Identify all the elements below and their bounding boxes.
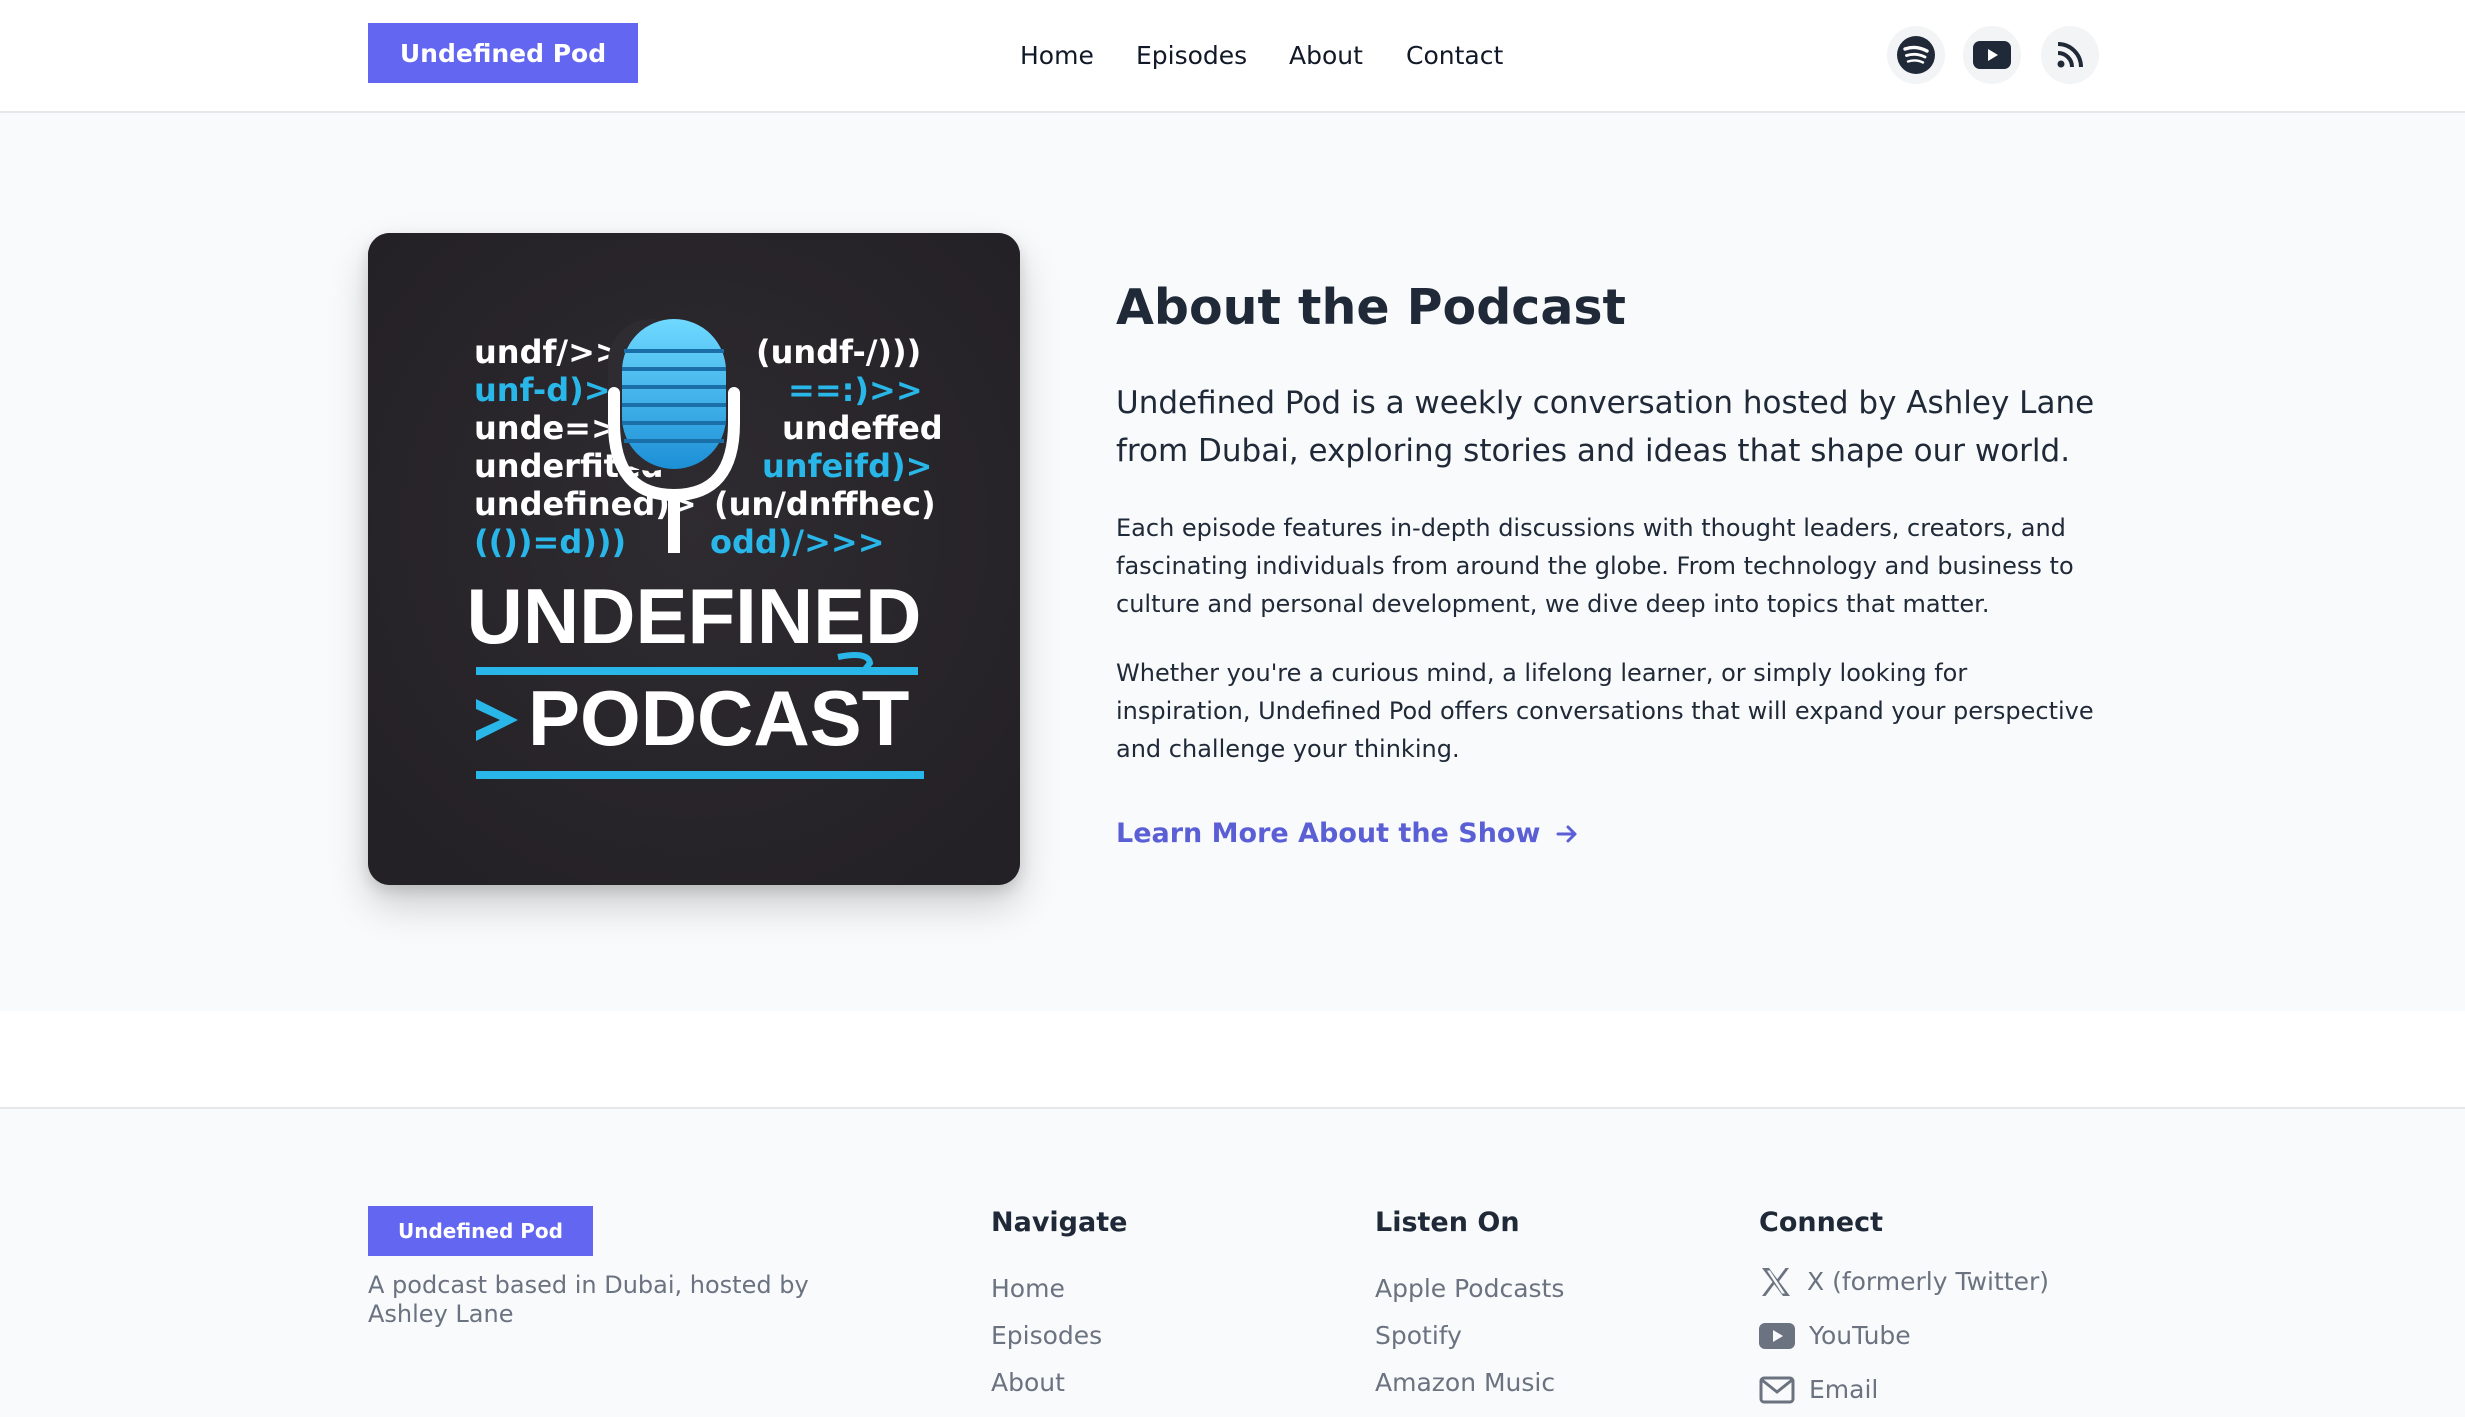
footer-link-youtube[interactable]: YouTube (1759, 1309, 2049, 1363)
footer-link-episodes[interactable]: Episodes (991, 1312, 1127, 1359)
about-paragraph: Each episode features in-depth discussio… (1116, 514, 2074, 618)
cover-code-line: unde=> (474, 409, 618, 447)
youtube-icon (1759, 1323, 1795, 1349)
rss-link[interactable] (2041, 26, 2099, 84)
footer-navigate: Navigate Home Episodes About Contact (991, 1205, 1127, 1417)
nav-about[interactable]: About (1289, 36, 1363, 76)
footer-logo-button[interactable]: Undefined Pod (368, 1206, 593, 1256)
cover-code-line: odd)/>>> (710, 523, 885, 561)
cover-code-line: undeffed (782, 409, 943, 447)
footer-link-email-label: Email (1809, 1375, 1879, 1404)
logo-button[interactable]: Undefined Pod (368, 23, 638, 83)
about-content: About the Podcast Undefined Pod is a wee… (1116, 273, 2096, 849)
footer-connect-title: Connect (1759, 1207, 1884, 1238)
nav-contact[interactable]: Contact (1406, 36, 1503, 76)
footer-link-youtube-label: YouTube (1809, 1321, 1911, 1350)
nav-home[interactable]: Home (1020, 36, 1094, 76)
podcast-cover-art: undf/>>> (undf-/))) unf-d)> ==:)>> unde=… (368, 233, 1020, 885)
about-lead: Undefined Pod is a weekly conversation h… (1116, 385, 2095, 469)
cover-title-line1: UNDEFINED (466, 572, 921, 660)
youtube-icon (1973, 41, 2011, 69)
footer-listen-on: Listen On Apple Podcasts Spotify Amazon … (1375, 1205, 1564, 1417)
spotify-icon (1897, 36, 1935, 74)
arrow-right-icon (1556, 825, 1577, 842)
podcast-logo-artwork: undf/>>> (undf-/))) unf-d)> ==:)>> unde=… (368, 233, 1020, 885)
footer-link-home[interactable]: Home (991, 1265, 1127, 1312)
footer-link-apple-podcasts[interactable]: Apple Podcasts (1375, 1265, 1564, 1312)
footer-link-about[interactable]: About (991, 1359, 1127, 1406)
about-section: undf/>>> (undf-/))) unf-d)> ==:)>> unde=… (0, 113, 2465, 1011)
cover-code-line: (undf-/))) (756, 333, 921, 371)
nav-episodes[interactable]: Episodes (1136, 36, 1247, 76)
about-paragraph: Whether you're a curious mind, a lifelon… (1116, 659, 2094, 763)
rss-icon (2057, 42, 2083, 68)
site-header: Undefined Pod Home Episodes About Contac… (0, 0, 2465, 113)
social-links (1887, 26, 2099, 86)
cover-code-line: unfeifd)> (762, 447, 932, 485)
footer-link-x-label: X (formerly Twitter) (1807, 1267, 2050, 1296)
cover-code-line: (())=d))) (474, 523, 626, 561)
learn-more-label: Learn More About the Show (1116, 818, 1541, 849)
footer-link-contact[interactable]: Contact (991, 1406, 1127, 1417)
footer-navigate-title: Navigate (991, 1207, 1128, 1238)
youtube-link[interactable] (1963, 26, 2021, 84)
footer-listen-title: Listen On (1375, 1207, 1520, 1238)
footer-link-rss-feed[interactable]: RSS Feed (1375, 1406, 1564, 1417)
footer-link-x[interactable]: X (formerly Twitter) (1759, 1255, 2049, 1309)
cover-code-line: (un/dnffhec) (714, 485, 936, 523)
cover-title-line2: PODCAST (528, 674, 909, 762)
footer-link-amazon-music[interactable]: Amazon Music (1375, 1359, 1564, 1406)
cover-code-line: ==:)>> (788, 371, 923, 409)
about-title: About the Podcast (1116, 279, 1626, 336)
mail-icon (1759, 1376, 1795, 1404)
site-footer: Undefined Pod A podcast based in Dubai, … (0, 1107, 2465, 1417)
footer-link-spotify[interactable]: Spotify (1375, 1312, 1564, 1359)
footer-link-email[interactable]: Email (1759, 1363, 2049, 1417)
footer-tagline: A podcast based in Dubai, hosted by Ashl… (368, 1271, 809, 1328)
cover-code-line: unf-d)> (474, 371, 611, 409)
x-twitter-icon (1762, 1268, 1790, 1296)
spotify-link[interactable] (1887, 26, 1945, 84)
footer-connect: Connect X (formerly Twitter) YouTube Ema… (1759, 1205, 2049, 1417)
learn-more-link[interactable]: Learn More About the Show (1116, 818, 1580, 849)
